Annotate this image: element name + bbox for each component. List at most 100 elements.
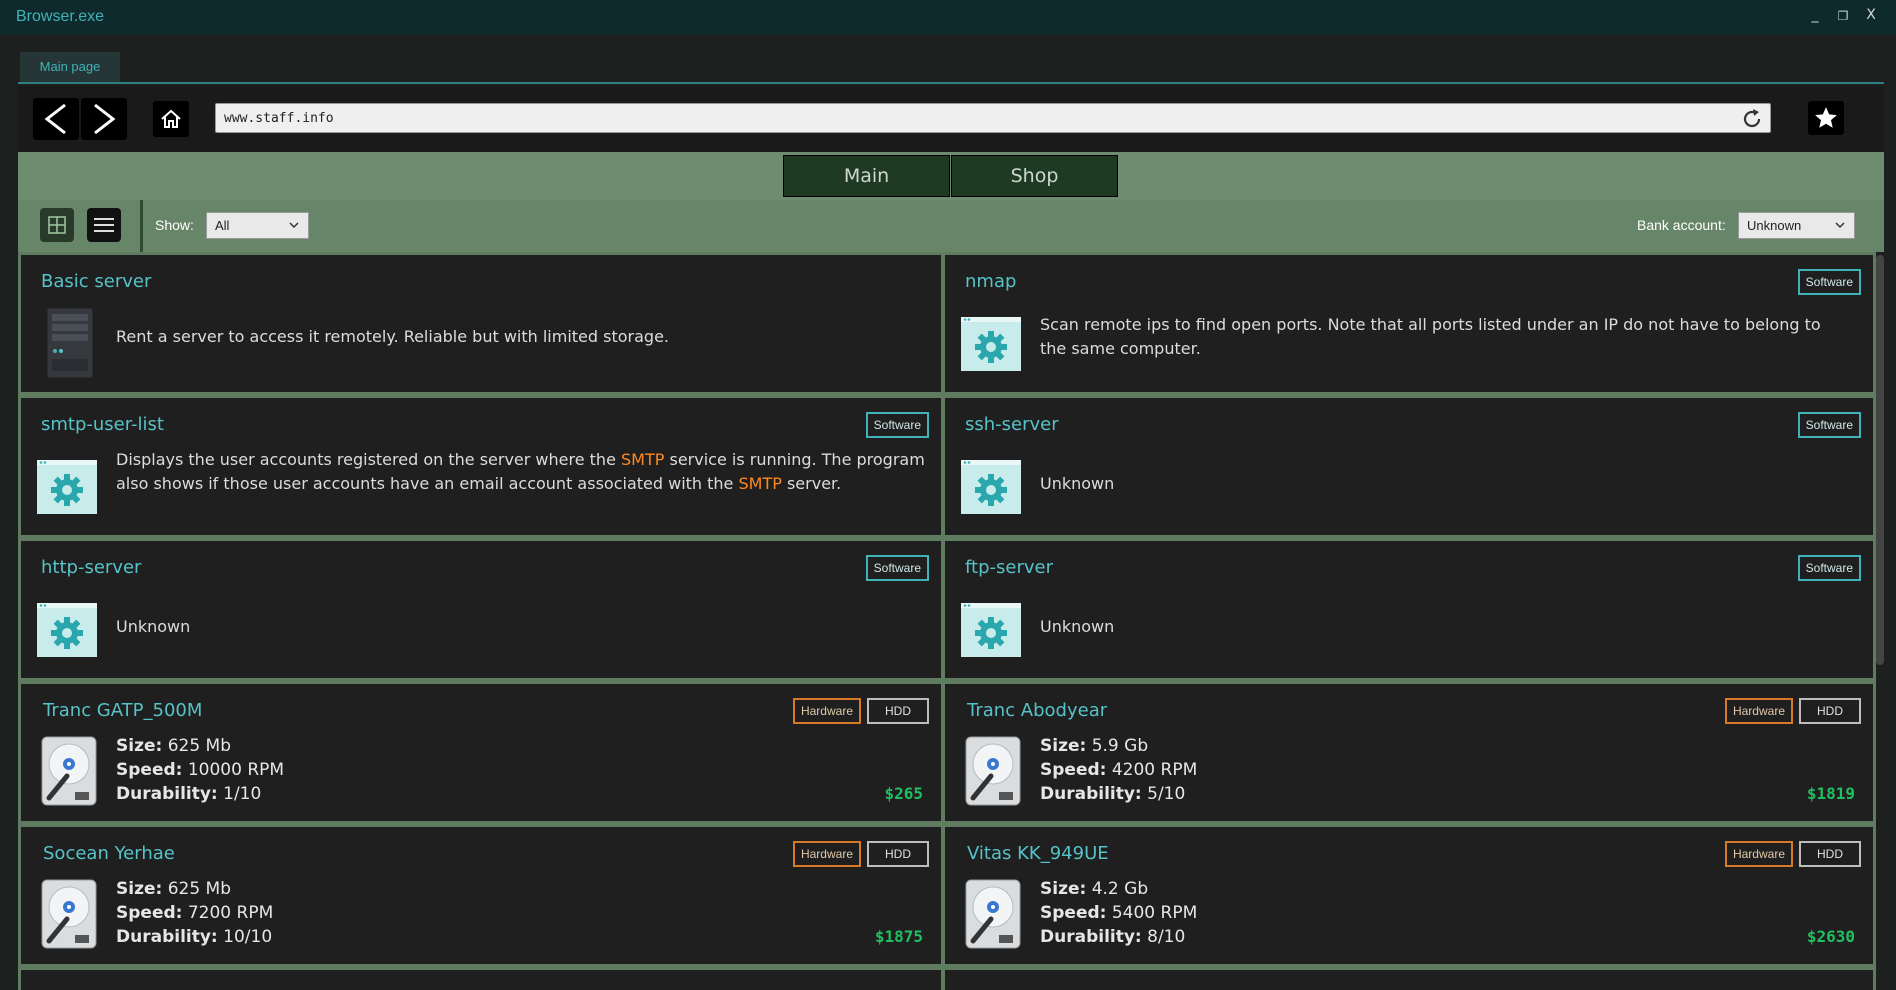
item-card-vitas-kk-949ue[interactable]: Vitas KK_949UE Hardware HDD Size: 4.2 Gb… [945,827,1873,964]
item-title: ftp-server [965,557,1053,578]
url-input[interactable] [224,108,1724,128]
software-badge: Software [1797,412,1861,438]
item-card-tranc-abodyear[interactable]: Tranc Abodyear Hardware HDD Size: 5.9 Gb… [945,684,1873,821]
size-value: 625 Mb [167,879,232,899]
gear-icon [961,460,1021,514]
item-description: Unknown [116,617,191,636]
speed-value: 10000 RPM [187,760,285,780]
show-select[interactable]: All [206,212,309,239]
item-title: Socean Yerhae [43,843,175,864]
item-title: Vitas KK_949UE [967,843,1109,864]
smtp-highlight: SMTP [621,450,665,469]
hardware-badge: Hardware [1724,698,1793,724]
restore-button[interactable]: ❐ [1832,9,1854,23]
item-description: Rent a server to access it remotely. Rel… [116,327,669,346]
hdd-badge: HDD [867,698,929,724]
size-value: 4.2 Gb [1091,879,1149,899]
chevron-down-icon [289,222,299,229]
list-icon [94,218,114,232]
list-view-button[interactable] [87,208,121,242]
software-badge: Software [865,412,929,438]
item-title: Basic server [41,271,152,292]
bookmark-button[interactable] [1808,101,1844,135]
close-button[interactable]: X [1860,7,1882,23]
item-title: Tranc GATP_500M [43,700,203,721]
item-price: $1875 [874,927,923,946]
item-card-smtp-user-list[interactable]: smtp-user-list Software Displays the use… [21,398,941,535]
filter-divider [140,200,143,252]
speed-value: 7200 RPM [187,903,274,923]
chevron-right-icon [94,103,116,135]
item-card-nmap[interactable]: nmap Software Scan remote ips to find op… [945,255,1873,392]
grid-view-button[interactable] [40,208,74,242]
item-price: $265 [884,784,923,803]
hdd-icon [41,736,97,806]
item-title: http-server [41,557,142,578]
speed-value: 4200 RPM [1111,760,1198,780]
size-value: 625 Mb [167,736,232,756]
show-select-value: All [215,218,230,233]
tab-main-page[interactable]: Main page [20,52,120,82]
item-specs: Size: 625 Mb Speed: 7200 RPM Durability:… [116,879,274,947]
smtp-highlight: SMTP [738,474,782,493]
item-card-partial[interactable] [945,970,1873,990]
item-card-socean-yerhae[interactable]: Socean Yerhae Hardware HDD Size: 625 Mb … [21,827,941,964]
item-card-ftp-server[interactable]: ftp-server Software Unknown [945,541,1873,678]
forward-button[interactable] [81,98,127,140]
gear-icon [37,603,97,657]
item-title: ssh-server [965,414,1059,435]
gear-icon [961,603,1021,657]
show-label: Show: [155,217,194,233]
item-card-partial[interactable] [21,970,941,990]
site-tab-main[interactable]: Main [783,155,950,197]
window-title: Browser.exe [16,8,105,25]
home-button[interactable] [153,101,189,137]
size-value: 5.9 Gb [1091,736,1149,756]
server-icon [46,307,94,379]
site-tab-shop[interactable]: Shop [951,155,1118,197]
item-price: $2630 [1806,927,1855,946]
item-specs: Size: 4.2 Gb Speed: 5400 RPM Durability:… [1040,879,1198,947]
gear-icon [961,317,1021,371]
hdd-badge: HDD [1799,841,1861,867]
software-badge: Software [1797,555,1861,581]
filter-bar: Show: All Bank account: Unknown [18,200,1884,252]
item-price: $1819 [1806,784,1855,803]
back-button[interactable] [33,98,79,140]
speed-value: 5400 RPM [1111,903,1198,923]
site-header: Main Shop [18,152,1884,200]
software-badge: Software [865,555,929,581]
durability-value: 10/10 [223,927,273,947]
item-card-basic-server[interactable]: Basic server Rent a server to access it … [21,255,941,392]
vertical-scrollbar[interactable] [1876,255,1884,665]
item-specs: Size: 5.9 Gb Speed: 4200 RPM Durability:… [1040,736,1198,804]
star-icon [1815,107,1837,128]
shop-item-grid: Basic server Rent a server to access it … [18,252,1876,990]
browser-tab-bar: Main page [18,52,1884,84]
hdd-badge: HDD [1799,698,1861,724]
chevron-down-icon [1835,222,1845,229]
navigation-bar [18,86,1884,152]
hardware-badge: Hardware [792,841,861,867]
item-title: nmap [965,271,1017,292]
durability-value: 8/10 [1147,927,1186,947]
bank-account-label: Bank account: [1637,217,1726,233]
address-bar[interactable] [215,103,1771,133]
grid-icon [48,216,66,234]
hdd-badge: HDD [867,841,929,867]
minimize-button[interactable]: _ [1804,7,1826,23]
item-card-tranc-gatp-500m[interactable]: Tranc GATP_500M Hardware HDD Size: 625 M… [21,684,941,821]
item-card-http-server[interactable]: http-server Software Unknown [21,541,941,678]
item-card-ssh-server[interactable]: ssh-server Software Unknown [945,398,1873,535]
durability-value: 1/10 [223,784,262,804]
item-title: Tranc Abodyear [967,700,1108,721]
item-specs: Size: 625 Mb Speed: 10000 RPM Durability… [116,736,285,804]
software-badge: Software [1797,269,1861,295]
home-icon [161,109,181,128]
window-titlebar: Browser.exe _ ❐ X [0,0,1896,35]
bank-account-value: Unknown [1747,218,1802,233]
bank-account-select[interactable]: Unknown [1738,212,1855,239]
hdd-icon [965,736,1021,806]
refresh-icon[interactable] [1740,107,1764,131]
item-description: Displays the user accounts registered on… [116,450,925,493]
